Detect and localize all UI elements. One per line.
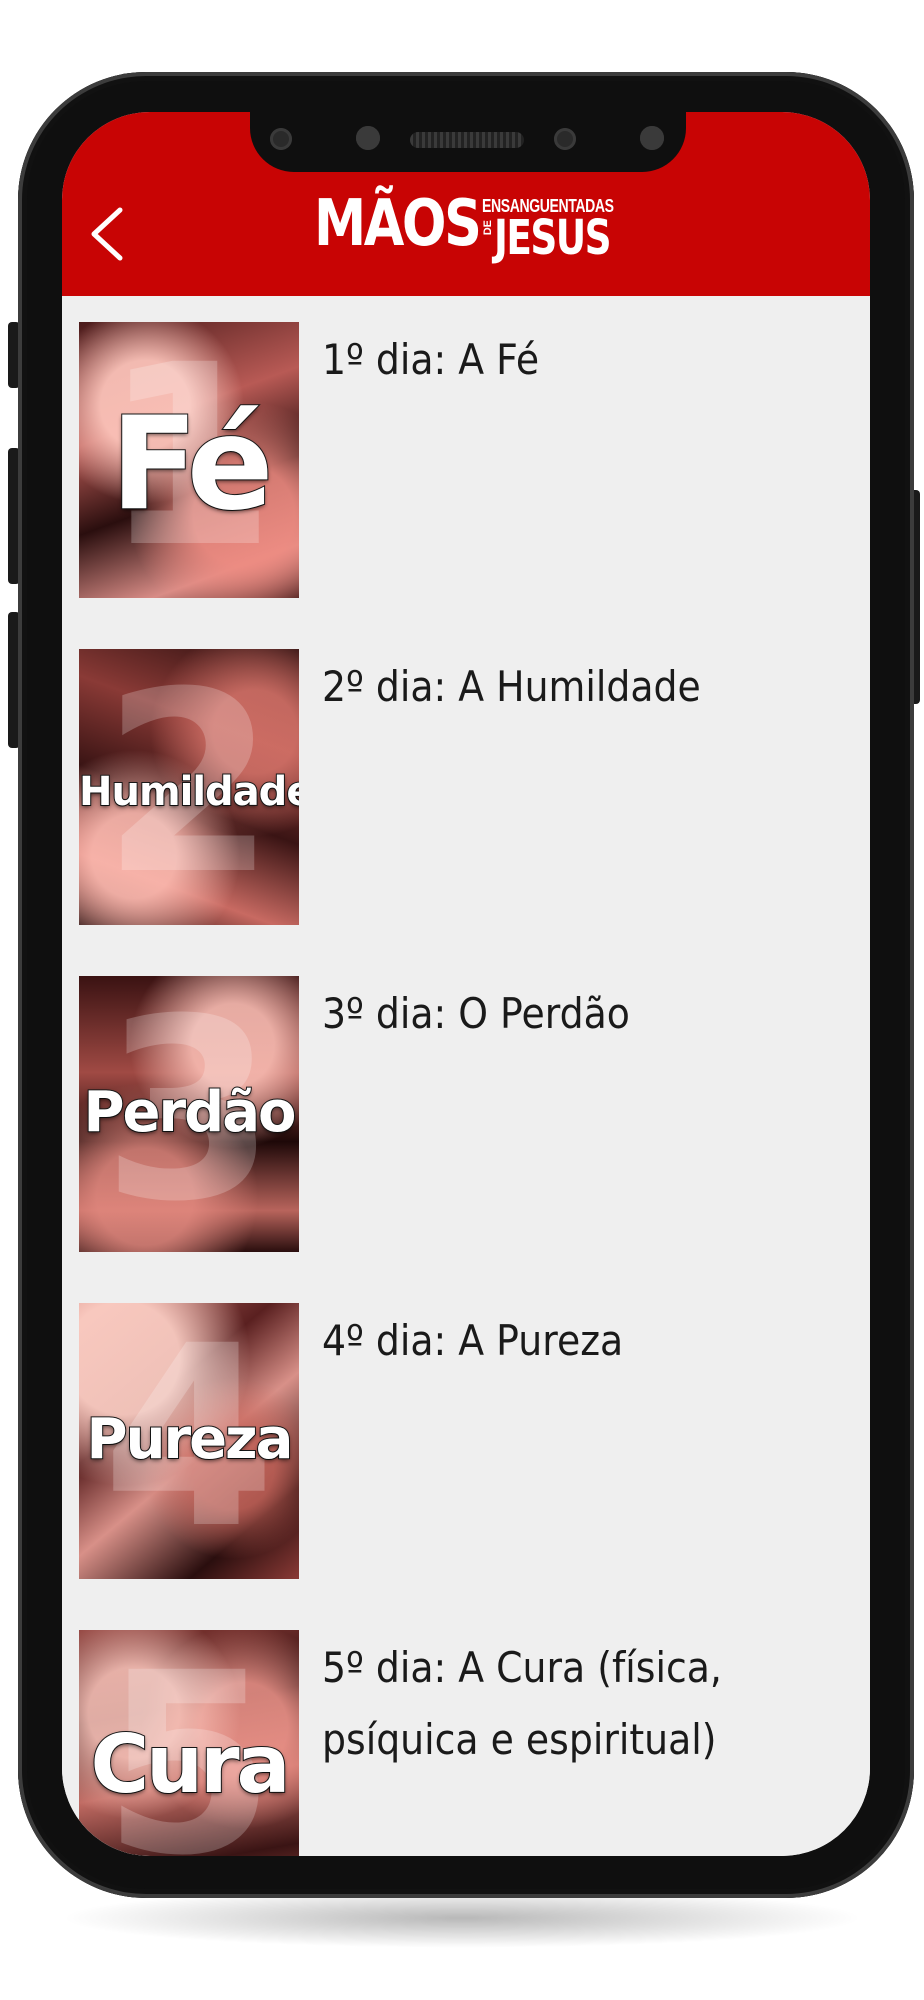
list-item-day-2[interactable]: 2 Humildade 2º dia: A Humildade <box>62 623 870 951</box>
thumbnail-word: Cura <box>89 1717 291 1812</box>
day-thumbnail: 1 Fé <box>79 322 299 598</box>
logo-text-de: DE <box>482 220 494 236</box>
list-item-day-5[interactable]: 5 Cura 5º dia: A Cura (física, psíquica … <box>62 1604 870 1856</box>
day-title: 4º dia: A Pureza <box>322 1316 624 1365</box>
thumbnail-word: Perdão <box>83 1079 298 1146</box>
front-camera-icon <box>554 128 576 150</box>
day-title: 1º dia: A Fé <box>322 335 540 384</box>
day-thumbnail: 4 Pureza <box>79 1303 299 1579</box>
thumbnail-word: Fé <box>109 389 274 540</box>
logo-text-jesus: JESUS <box>494 210 612 266</box>
list-item-day-3[interactable]: 3 Perdão 3º dia: O Perdão <box>62 950 870 1278</box>
app-screen: MÃOS ENSANGUENTADAS DE JESUS 1 Fé 1º dia… <box>62 112 870 1856</box>
chevron-left-icon <box>91 207 123 261</box>
app-logo: MÃOS ENSANGUENTADAS DE JESUS <box>314 192 614 290</box>
day-title: 3º dia: O Perdão <box>322 989 630 1038</box>
front-sensor-icon <box>640 126 664 150</box>
thumbnail-word: Pureza <box>86 1406 295 1473</box>
back-button[interactable] <box>80 204 140 264</box>
day-thumbnail: 5 Cura <box>79 1630 299 1856</box>
logo-text-maos: MÃOS <box>314 187 482 261</box>
day-thumbnail: 3 Perdão <box>79 976 299 1252</box>
day-title: 2º dia: A Humildade <box>322 662 701 711</box>
front-sensor-icon <box>356 126 380 150</box>
day-title: 5º dia: A Cura (física, psíquica e espir… <box>322 1643 722 1764</box>
phone-notch <box>250 112 686 172</box>
list-item-day-4[interactable]: 4 Pureza 4º dia: A Pureza <box>62 1277 870 1605</box>
day-thumbnail: 2 Humildade <box>79 649 299 925</box>
front-sensor-icon <box>270 128 292 150</box>
thumbnail-word: Humildade <box>79 768 299 816</box>
list-item-day-1[interactable]: 1 Fé 1º dia: A Fé <box>62 296 870 624</box>
earpiece-speaker <box>410 132 524 148</box>
